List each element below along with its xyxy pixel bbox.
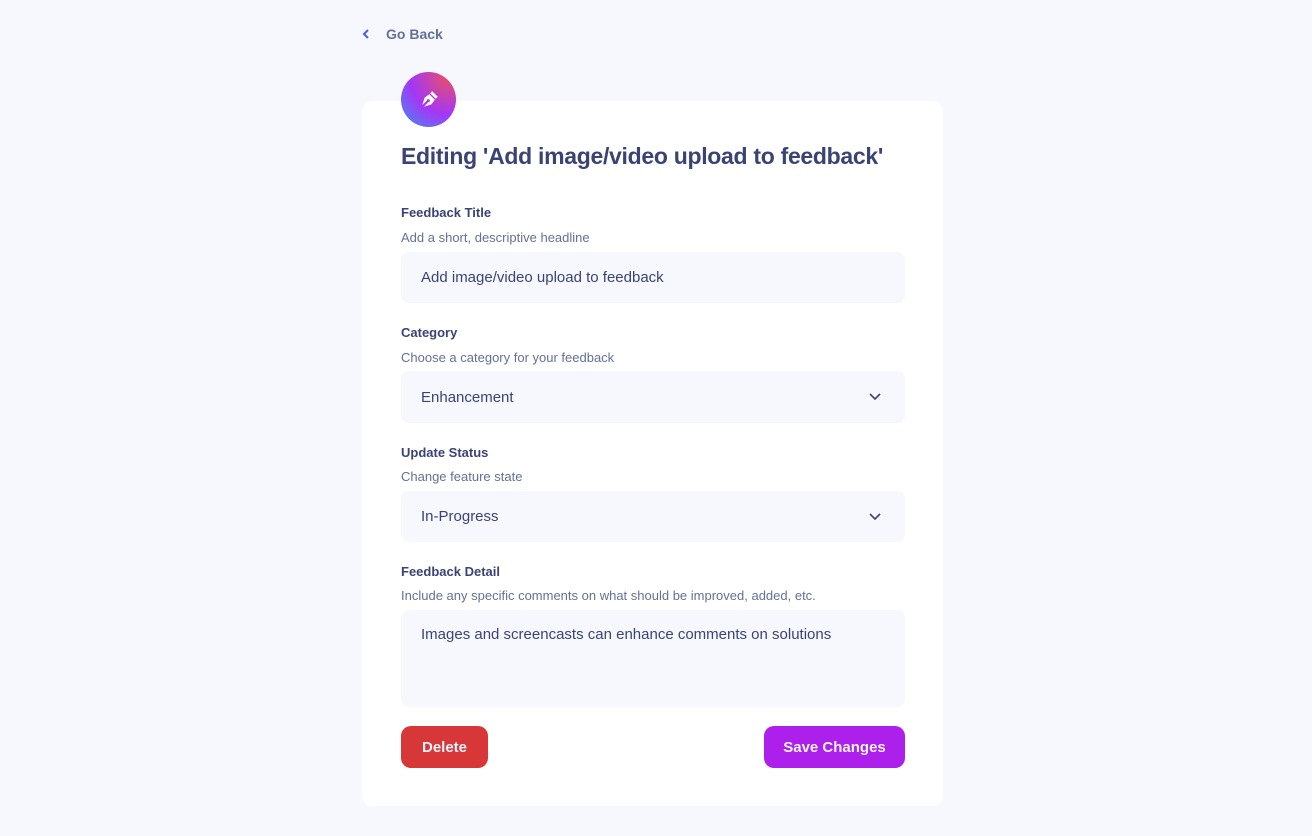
feedback-title-input[interactable]: Add image/video upload to feedback — [401, 252, 905, 303]
chevron-down-icon — [869, 512, 881, 521]
delete-button[interactable]: Delete — [401, 726, 488, 768]
save-changes-button[interactable]: Save Changes — [764, 726, 905, 768]
feedback-detail-textarea[interactable]: Images and screencasts can enhance comme… — [401, 610, 905, 707]
feedback-detail-hint: Include any specific comments on what sh… — [401, 588, 816, 603]
chevron-left-icon — [362, 27, 372, 41]
chevron-down-icon — [869, 393, 881, 401]
page-title: Editing 'Add image/video upload to feedb… — [401, 143, 884, 169]
go-back-link[interactable]: Go Back — [362, 24, 443, 44]
feedback-title-label: Feedback Title — [401, 205, 492, 220]
category-hint: Choose a category for your feedback — [401, 350, 615, 365]
status-value: In-Progress — [421, 508, 499, 525]
category-select[interactable]: Enhancement — [401, 371, 905, 423]
category-value: Enhancement — [421, 388, 514, 406]
status-hint: Change feature state — [401, 469, 523, 484]
feedback-detail-value: Images and screencasts can enhance comme… — [421, 626, 832, 643]
feedback-detail-label: Feedback Detail — [401, 564, 500, 579]
feedback-title-value: Add image/video upload to feedback — [421, 269, 664, 286]
status-label: Update Status — [401, 445, 489, 460]
go-back-label: Go Back — [386, 26, 443, 42]
status-select[interactable]: In-Progress — [401, 491, 905, 542]
pen-nib-icon — [401, 72, 456, 127]
edit-feedback-page: Go Back Editing 'Add image/video upload … — [0, 0, 1312, 836]
feedback-title-hint: Add a short, descriptive headline — [401, 230, 590, 245]
category-label: Category — [401, 325, 458, 340]
